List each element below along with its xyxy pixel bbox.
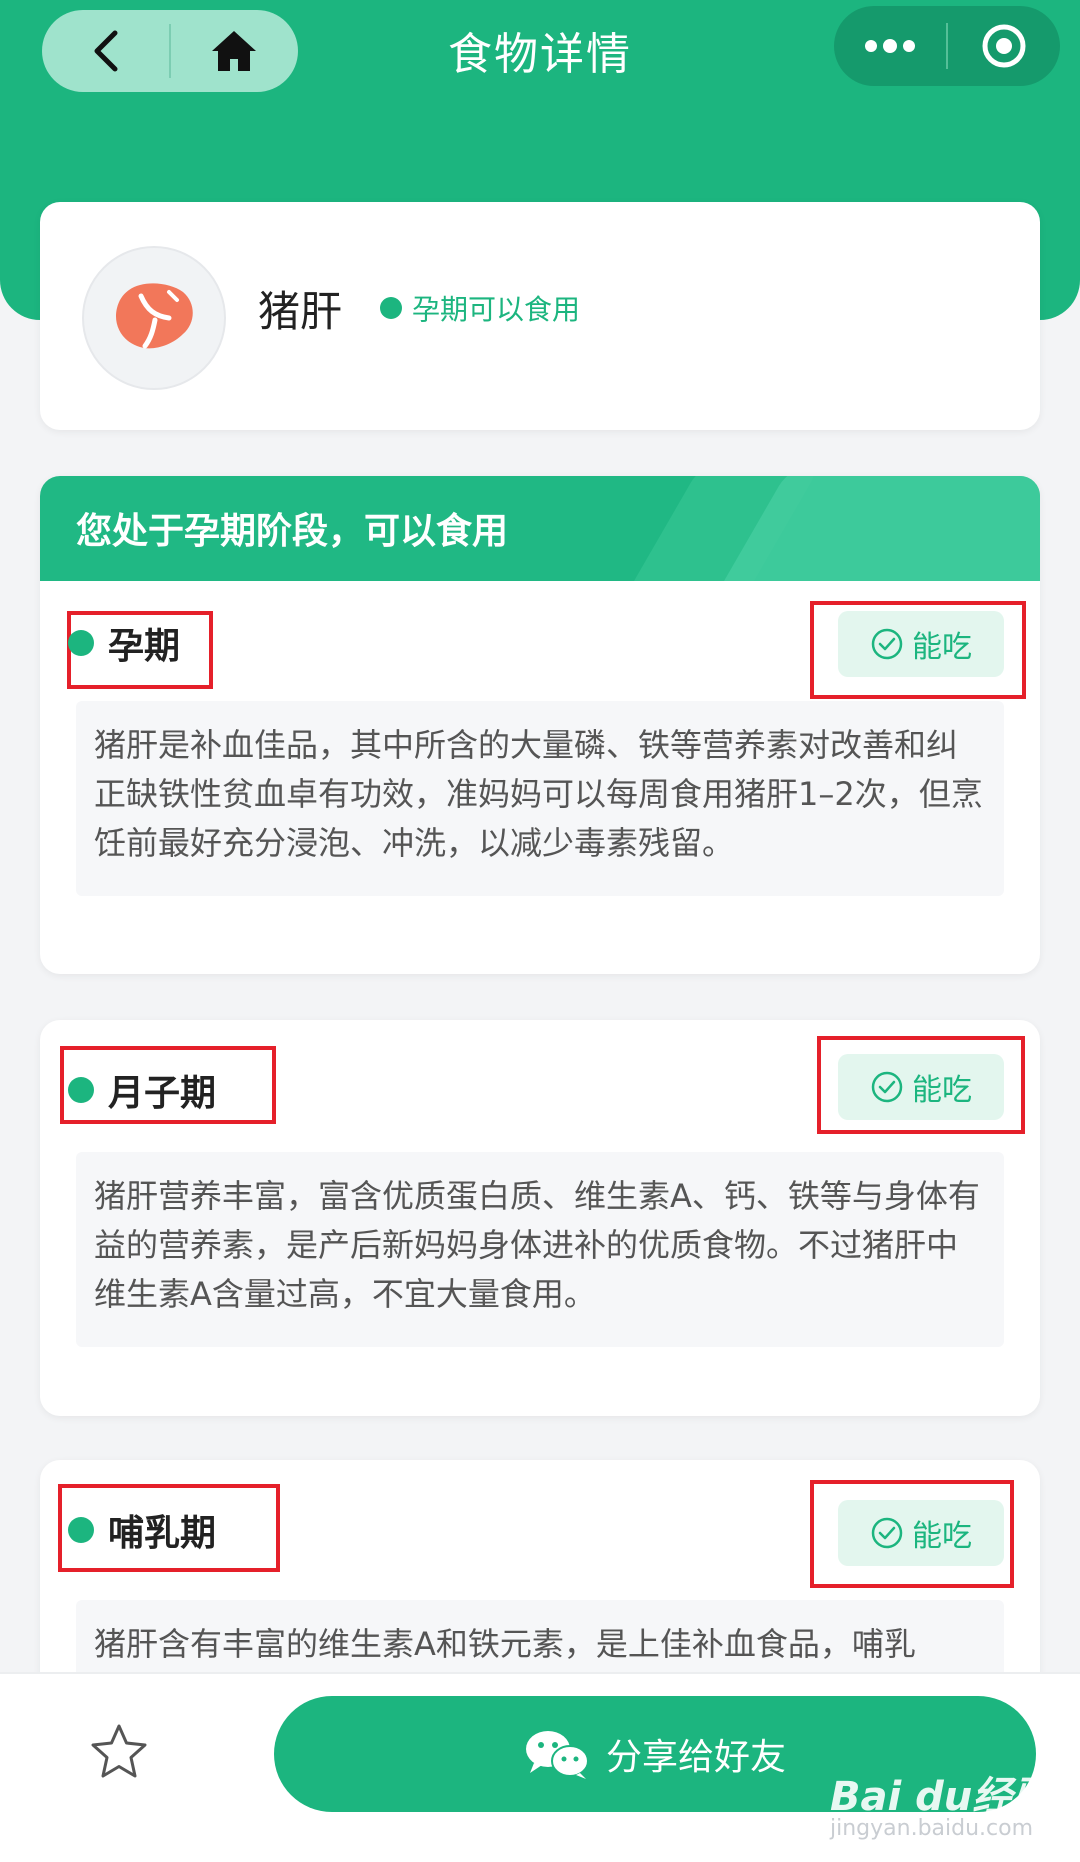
- watermark-url: jingyan.baidu.com: [830, 1816, 1034, 1841]
- stage-title: 哺乳期: [68, 1504, 216, 1556]
- edible-badge-label: 能吃: [912, 1519, 972, 1554]
- edible-badge: 能吃: [838, 1054, 1004, 1120]
- stage-banner: 您处于孕期阶段，可以食用: [40, 476, 1040, 581]
- navigation-bar: 食物详情: [0, 0, 1080, 100]
- stage-title-label: 孕期: [108, 626, 181, 667]
- stage-header: 月子期 能吃: [40, 1020, 1040, 1140]
- banner-text: 您处于孕期阶段，可以食用: [76, 511, 509, 552]
- check-circle-icon: [871, 1071, 903, 1103]
- stage-card-pregnancy: 您处于孕期阶段，可以食用 孕期 能吃 猪肝是补血佳品，其中所含的大量磷、铁等营养…: [40, 476, 1040, 974]
- status-dot: [380, 297, 402, 319]
- food-status-label: 孕期可以食用: [412, 293, 581, 326]
- close-miniapp-button[interactable]: [948, 6, 1060, 86]
- stage-title: 孕期: [68, 617, 180, 669]
- stage-description: 猪肝营养丰富，富含优质蛋白质、维生素A、钙、铁等与身体有益的营养素，是产后新妈妈…: [76, 1152, 1004, 1347]
- share-button-label: 分享给好友: [605, 1737, 786, 1778]
- edible-badge: 能吃: [838, 1500, 1004, 1566]
- miniapp-capsule: [834, 6, 1060, 86]
- edible-badge: 能吃: [838, 611, 1004, 677]
- stage-description: 猪肝是补血佳品，其中所含的大量磷、铁等营养素对改善和纠正缺铁性贫血卓有功效，准妈…: [76, 701, 1004, 896]
- star-outline-icon: [91, 1724, 147, 1778]
- favorite-button[interactable]: [88, 1722, 150, 1786]
- stage-title-label: 哺乳期: [108, 1513, 217, 1554]
- stage-dot: [68, 1517, 94, 1543]
- food-name: 猪肝: [258, 287, 343, 336]
- more-button[interactable]: [834, 6, 946, 86]
- food-status: 孕期可以食用: [380, 288, 580, 328]
- food-avatar: [82, 246, 226, 390]
- stage-dot: [68, 1077, 94, 1103]
- target-circle-icon: [982, 24, 1026, 68]
- edible-badge-label: 能吃: [912, 630, 972, 665]
- check-circle-icon: [871, 628, 903, 660]
- stage-title: 月子期: [68, 1064, 216, 1116]
- stage-title-label: 月子期: [108, 1073, 217, 1114]
- bottom-action-bar: 分享给好友 Bai du经验 jingyan.baidu.com: [0, 1672, 1080, 1862]
- stage-header: 孕期 能吃: [40, 581, 1040, 701]
- pork-liver-icon: [115, 283, 193, 349]
- food-info-card: 猪肝 孕期可以食用: [40, 202, 1040, 430]
- edible-badge-label: 能吃: [912, 1073, 972, 1108]
- check-circle-icon: [871, 1517, 903, 1549]
- watermark-logo: Bai du经验: [830, 1774, 1053, 1820]
- wechat-icon: [525, 1731, 589, 1779]
- more-dots-icon: [865, 39, 915, 53]
- stage-card-confinement: 月子期 能吃 猪肝营养丰富，富含优质蛋白质、维生素A、钙、铁等与身体有益的营养素…: [40, 1020, 1040, 1416]
- stage-header: 哺乳期 能吃: [40, 1460, 1040, 1588]
- stage-dot: [68, 630, 94, 656]
